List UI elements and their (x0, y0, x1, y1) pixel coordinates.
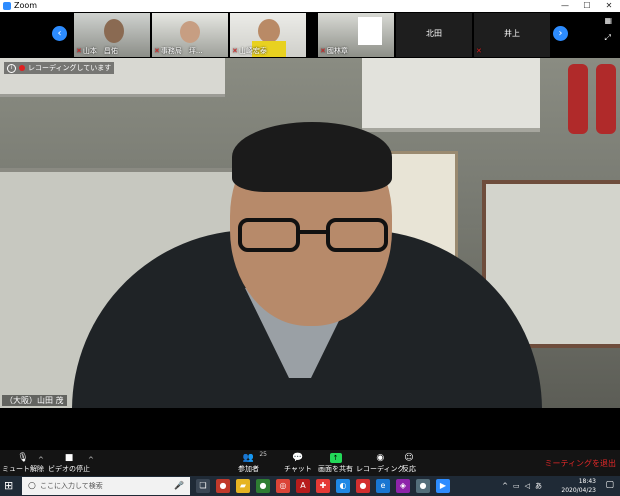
gallery-view-icon[interactable]: ▦ (604, 16, 612, 25)
record-icon: ◉ (376, 453, 385, 463)
task-view-icon[interactable]: ❏ (196, 479, 210, 493)
recording-dot-icon (19, 65, 25, 71)
app-icon[interactable]: ◐ (336, 479, 350, 493)
window-title: Zoom (14, 1, 38, 10)
app-icon[interactable]: ● (256, 479, 270, 493)
app-icon[interactable]: ● (416, 479, 430, 493)
muted-mic-icon: ✕ (476, 47, 482, 55)
participants-icon: 👥 (242, 453, 255, 463)
volume-icon[interactable]: ◁ (525, 478, 530, 494)
zoom-app-icon[interactable]: ▶ (436, 479, 450, 493)
chat-icon: 💬 (292, 453, 304, 463)
video-options-caret[interactable]: ^ (88, 456, 94, 464)
microphone-icon[interactable]: 🎤 (174, 477, 184, 495)
minimize-button[interactable]: — (554, 0, 576, 12)
fullscreen-icon[interactable]: ⤢ (604, 33, 612, 43)
participant-thumbnail[interactable]: ✕山本 昌佑 (74, 13, 150, 57)
muted-mic-icon: ✕ (154, 47, 160, 55)
participant-name: 山崎宏泰 (238, 47, 267, 55)
participant-name: 井上 (504, 29, 520, 38)
lantern (596, 64, 616, 134)
lantern (568, 64, 588, 134)
close-button[interactable]: ✕ (598, 0, 620, 12)
reactions-button[interactable]: ☺ 反応 (402, 452, 416, 474)
zoom-logo-icon (3, 2, 11, 10)
app-icon[interactable]: ● (356, 479, 370, 493)
air-conditioner (362, 58, 540, 132)
participant-name: 山本 昌佑 (82, 47, 118, 55)
clock-time: 18:43 (578, 478, 596, 485)
taskbar-search-box[interactable]: ○ ここに入力して検索 🎤 (22, 477, 190, 495)
share-screen-icon: ↑ (329, 453, 342, 463)
search-icon: ○ (28, 481, 36, 491)
recording-indicator: i レコーディングしています (4, 62, 115, 74)
participant-name: 北田 (426, 29, 442, 38)
audio-options-caret[interactable]: ^ (38, 456, 44, 464)
participants-button[interactable]: 👥 25 参加者 (238, 451, 267, 474)
chat-button[interactable]: 💬 チャット (284, 452, 312, 474)
view-controls: ▦ ⤢ (604, 16, 612, 43)
video-camera-icon: ■ (64, 453, 74, 463)
participant-thumbnail[interactable]: 井上 ✕ (474, 13, 550, 57)
participant-strip: ‹ ✕山本 昌佑 ✕事務局 坪... ✕山崎宏泰 ✕國林章 北田 井上 ✕ › … (0, 12, 620, 58)
info-icon[interactable]: i (7, 63, 16, 73)
share-screen-button[interactable]: ↑ 画面を共有 (318, 452, 353, 474)
muted-mic-icon: ✕ (232, 47, 238, 55)
title-bar: Zoom — ☐ ✕ (0, 0, 620, 12)
chrome-icon[interactable]: ◎ (276, 479, 290, 493)
participant-thumbnail[interactable]: ✕山崎宏泰 (230, 13, 306, 57)
system-tray: ^ ▭ ◁ あ (502, 478, 542, 494)
participants-count: 25 (259, 451, 267, 458)
file-explorer-icon[interactable]: ▰ (236, 479, 250, 493)
clock-date: 2020/04/23 (561, 487, 596, 494)
active-speaker-name: （大阪）山田 茂 (2, 395, 67, 406)
muted-mic-icon: ✕ (320, 47, 326, 55)
stop-video-button[interactable]: ■ ビデオの停止 (48, 452, 90, 474)
edge-icon[interactable]: e (376, 479, 390, 493)
windows-taskbar: ⊞ ○ ここに入力して検索 🎤 ❏ ● ▰ ● ◎ A ✚ ◐ ● e ◈ ● … (0, 476, 620, 496)
participant-thumbnail[interactable]: ✕國林章 (318, 13, 394, 57)
participant-name: 國林章 (326, 47, 348, 55)
participant-thumbnail[interactable]: 北田 (396, 13, 472, 57)
glasses (238, 218, 390, 254)
app-icon[interactable]: ✚ (316, 479, 330, 493)
taskbar-clock[interactable]: 18:43 2020/04/23 (561, 477, 596, 495)
muted-mic-icon: ✕ (76, 47, 82, 55)
network-icon[interactable]: ▭ (513, 478, 520, 494)
windows-start-icon[interactable]: ⊞ (4, 480, 16, 492)
tray-expand-icon[interactable]: ^ (502, 478, 508, 494)
notification-icon[interactable]: ▢ (605, 480, 614, 490)
meeting-toolbar: 🎙 ミュート解除 ^ ■ ビデオの停止 ^ 👥 25 参加者 💬 チャット ↑ … (0, 450, 620, 476)
reaction-icon: ☺ (404, 453, 414, 463)
record-button[interactable]: ◉ レコーディング (356, 452, 405, 474)
participant-name: 事務局 坪... (160, 47, 203, 55)
window-controls: — ☐ ✕ (554, 0, 620, 12)
pinned-apps: ❏ ● ▰ ● ◎ A ✚ ◐ ● e ◈ ● ▶ (196, 479, 450, 493)
leave-meeting-button[interactable]: ミーティングを退出 (544, 458, 616, 469)
participant-thumbnail[interactable]: ✕事務局 坪... (152, 13, 228, 57)
acrobat-icon[interactable]: A (296, 479, 310, 493)
app-icon[interactable]: ◈ (396, 479, 410, 493)
maximize-button[interactable]: ☐ (576, 0, 598, 12)
app-icon[interactable]: ● (216, 479, 230, 493)
next-page-button[interactable]: › (553, 26, 568, 41)
prev-page-button[interactable]: ‹ (52, 26, 67, 41)
main-video: i レコーディングしています （大阪）山田 茂 (0, 58, 620, 408)
ime-indicator[interactable]: あ (535, 478, 542, 494)
recording-label: レコーディングしています (28, 64, 112, 72)
